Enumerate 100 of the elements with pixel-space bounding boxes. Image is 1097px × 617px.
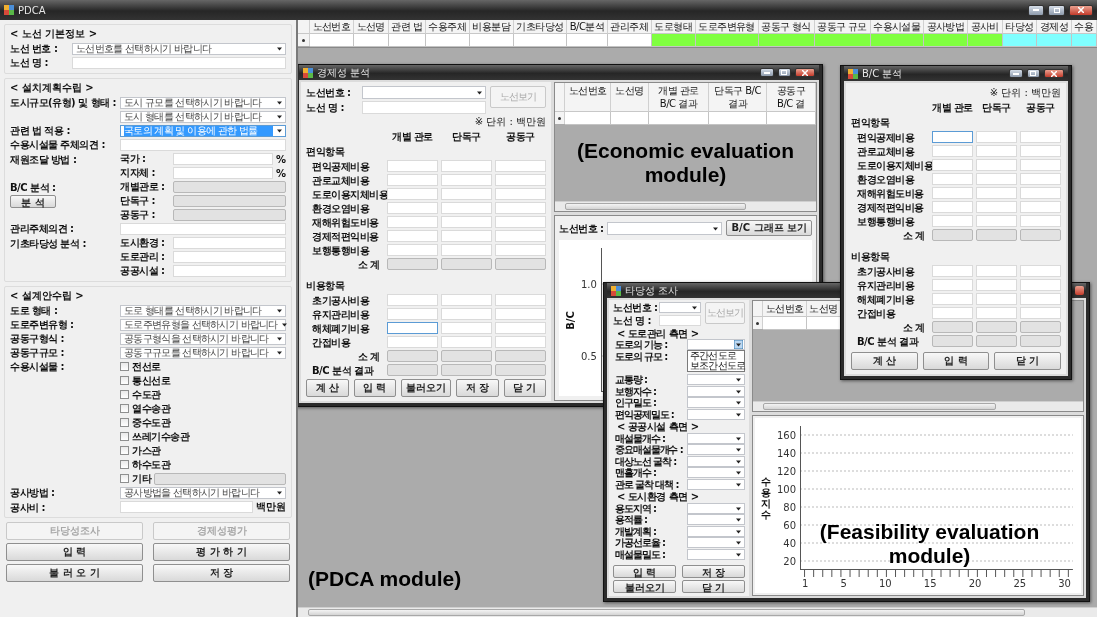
field-label: 재원조달 방법 : xyxy=(10,153,78,165)
unit-label: 백만원 xyxy=(256,500,286,514)
section-title: < 노선 기본정보 > xyxy=(10,27,99,41)
row-label: 보행통행비용 xyxy=(856,215,916,227)
checkbox-label: 중수도관 xyxy=(132,417,170,428)
checkbox-label: 열수송관 xyxy=(132,403,170,414)
action-button[interactable]: 평 가 하 기 xyxy=(153,543,290,561)
action-button[interactable]: 저 장 xyxy=(153,564,290,582)
module-caption: (PDCA module) xyxy=(308,566,462,591)
window-title: B/C 분석 xyxy=(862,66,903,81)
action-button[interactable]: 저 장 xyxy=(456,379,499,397)
column-header: 비용분담 xyxy=(469,20,514,34)
row-label: 유지관리비용 xyxy=(856,279,916,291)
checkbox-label: 하수도관 xyxy=(132,459,170,470)
section-title: < 설치계획수립 > xyxy=(10,81,95,95)
action-button[interactable]: 닫 기 xyxy=(503,379,546,397)
action-button[interactable]: 불러오기 xyxy=(401,379,451,397)
column-header: 개별 관로 xyxy=(391,130,434,144)
field-label: 공동구규모 : xyxy=(10,347,65,358)
field-label: 교통량 : xyxy=(614,374,648,385)
dropdown[interactable]: 공동구규모를 선택하시기 바랍니다 xyxy=(120,346,286,359)
field-label: 도로의 규모 : xyxy=(614,350,669,362)
checkbox-label: 가스관 xyxy=(132,445,161,456)
column-header: B/C분석 xyxy=(567,20,608,34)
graph-button[interactable]: B/C 그래프 보기 xyxy=(726,220,812,236)
action-button[interactable]: 불러오기 xyxy=(613,580,676,593)
row-label: 소 계 xyxy=(357,350,381,362)
axis-tick-label: 30 xyxy=(1058,578,1071,589)
axis-tick-label: 25 xyxy=(1013,578,1027,589)
window-title: 경제성 분석 xyxy=(317,65,371,80)
axis-tick-label: 15 xyxy=(923,578,937,589)
dropdown[interactable]: 도시 규모를 선택하시기 바랍니다 xyxy=(120,96,286,109)
dropdown[interactable]: 도로 형태를 선택하시기 바랍니다 xyxy=(120,304,286,317)
field-label: 개발계획 : xyxy=(614,525,657,537)
unit-note: ※ 단위 : 백만원 xyxy=(473,116,546,128)
row-label: 경제적편익비용 xyxy=(311,230,380,242)
axis-tick-label: 40 xyxy=(782,536,797,551)
dropdown[interactable]: 공동구형식을 선택하시기 바랍니다 xyxy=(120,332,286,345)
row-label: 초기공사비용 xyxy=(856,265,916,277)
action-button[interactable]: 불 러 오 기 xyxy=(6,564,143,582)
axis-tick-label: 1.0 xyxy=(581,277,597,292)
section-title: 편익항목 xyxy=(306,146,346,158)
section-title: < 도로관리 측면 > xyxy=(616,327,700,339)
dropdown[interactable]: 노선번호를 선택하시기 바랍니다 xyxy=(72,42,286,55)
field-label: B/C 분석 : xyxy=(10,181,57,193)
row-label: B/C 분석 결과 xyxy=(856,335,920,347)
action-button[interactable]: 입 력 xyxy=(6,543,143,561)
dropdown[interactable]: 도로주변유형을 선택하시기 바랍니다 xyxy=(120,318,286,331)
field-label: 인구밀도 : xyxy=(614,397,657,408)
row-label: 경제적편익비용 xyxy=(856,201,925,213)
action-button[interactable]: 닫 기 xyxy=(682,580,745,593)
column-header: 공동구 xyxy=(1025,101,1056,115)
axis-tick-label: 20 xyxy=(782,554,797,569)
axis-tick-label: 80 xyxy=(782,500,797,515)
field-label: 가공선로율 : xyxy=(614,537,666,548)
column-header: 타당성 xyxy=(1002,20,1038,34)
field-label: 노선번호 : xyxy=(559,222,604,234)
action-button[interactable]: 입 력 xyxy=(613,565,676,578)
column-header: 수용주체 xyxy=(425,20,470,34)
dropdown[interactable]: 공사방법을 선택하시기 바랍니다 xyxy=(120,486,286,499)
row-label: 재해위험도비용 xyxy=(856,187,925,199)
section-title: < 공공시설 측면 > xyxy=(616,421,700,432)
window-title: PDCA xyxy=(18,4,46,16)
field-label: 맨홀개수 : xyxy=(614,467,657,478)
axis-tick-label: 20 xyxy=(968,578,982,589)
axis-tick-label: 60 xyxy=(782,518,797,533)
row-label: 간접비용 xyxy=(856,307,897,319)
field-label: 도시환경 : xyxy=(120,236,166,250)
field-label: 도로 형태 : xyxy=(10,305,59,316)
field-label: 도로의 기능 : xyxy=(614,339,669,350)
axis-label: B/C xyxy=(564,310,576,330)
row-label: 해체폐기비용 xyxy=(856,293,916,305)
field-label: 공동구형식 : xyxy=(10,333,65,344)
window-title: 타당성 조사 xyxy=(625,283,679,298)
field-label: 대상노선 굴착 : xyxy=(614,455,678,467)
field-label: 공공시설 : xyxy=(120,264,166,278)
action-button[interactable]: 계 산 xyxy=(851,352,918,370)
action-button[interactable]: 닫 기 xyxy=(994,352,1061,370)
field-label: 공사비 : xyxy=(10,501,46,513)
unit-note: ※ 단위 : 백만원 xyxy=(988,87,1061,99)
row-label: B/C 분석 결과 xyxy=(311,364,375,376)
row-label: 소 계 xyxy=(902,321,926,333)
axis-tick-label: 100 xyxy=(777,482,797,497)
dropdown[interactable]: 도시 형태를 선택하시기 바랍니다 xyxy=(120,110,286,123)
column-header: 수용 xyxy=(1071,20,1097,34)
action-button[interactable]: 계 산 xyxy=(306,379,349,397)
module-caption: (Feasibility evaluation module) xyxy=(818,519,1041,568)
action-button[interactable]: 입 력 xyxy=(353,379,396,397)
section-title: < 도시환경 측면 > xyxy=(616,491,700,502)
column-header: 공사비 xyxy=(967,20,1003,34)
row-label: 관로교체비용 xyxy=(856,145,916,157)
checkbox-label: 통신선로 xyxy=(132,375,170,386)
action-button[interactable]: 입 력 xyxy=(922,352,990,370)
field-label: 노선번호 : xyxy=(613,302,655,313)
column-header: 단독구 xyxy=(451,130,482,144)
axis-tick-label: 140 xyxy=(777,446,797,461)
field-label: 용적률 : xyxy=(614,514,648,525)
column-header: 단독구 xyxy=(981,101,1012,115)
column-header: 도로주변유형 xyxy=(695,20,759,34)
action-button[interactable]: 저 장 xyxy=(682,565,745,578)
